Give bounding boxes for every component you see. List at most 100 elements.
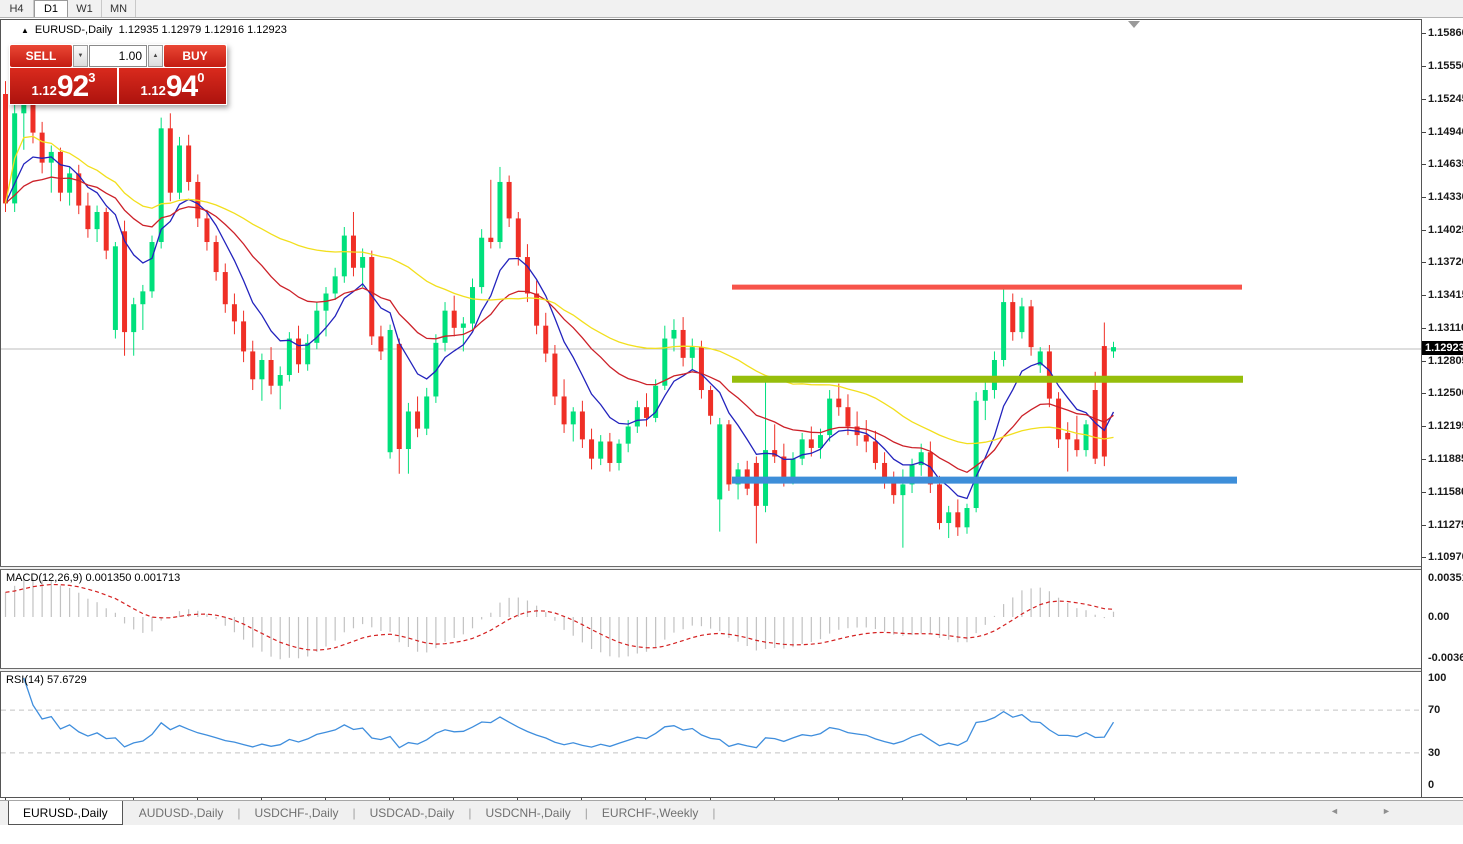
sell-price-tile[interactable]: 1.12923 [10, 68, 117, 104]
candle-body[interactable] [269, 360, 274, 386]
candle-body[interactable] [626, 426, 631, 443]
candle-body[interactable] [708, 390, 713, 416]
price-axis[interactable]: 1.12923 1.158601.155501.152451.149401.14… [1422, 19, 1463, 797]
rsi-pane[interactable]: RSI(14) 57.6729 [0, 672, 1421, 797]
macd-pane[interactable]: MACD(12,26,9) 0.001350 0.001713 [0, 570, 1421, 668]
chart-tab-audusd-daily[interactable]: AUDUSD-,Daily [125, 801, 238, 825]
candle-body[interactable] [754, 463, 759, 506]
candle-body[interactable] [1029, 306, 1034, 347]
candle-body[interactable] [296, 339, 301, 365]
candle-body[interactable] [415, 411, 420, 428]
candle-body[interactable] [635, 407, 640, 426]
candle-body[interactable] [845, 407, 850, 426]
candle-body[interactable] [543, 326, 548, 354]
candle-body[interactable] [122, 231, 127, 332]
candle-body[interactable] [791, 459, 796, 478]
candle-body[interactable] [378, 336, 383, 351]
timeframe-tab-mn[interactable]: MN [102, 0, 136, 17]
candle-body[interactable] [598, 442, 603, 459]
candle-body[interactable] [85, 206, 90, 230]
candle-body[interactable] [1056, 399, 1061, 440]
candle-body[interactable] [1047, 351, 1052, 398]
buy-button[interactable]: BUY [164, 45, 226, 67]
rsi-chart[interactable] [1, 672, 1422, 797]
candle-body[interactable] [388, 330, 393, 452]
candle-body[interactable] [507, 182, 512, 218]
sell-button[interactable]: SELL [10, 45, 72, 67]
candle-body[interactable] [964, 508, 969, 527]
timeframe-tab-w1[interactable]: W1 [68, 0, 102, 17]
candle-body[interactable] [1084, 424, 1089, 450]
candle-body[interactable] [287, 339, 292, 375]
timeframe-tab-h4[interactable]: H4 [0, 0, 34, 17]
moving-average-8[interactable] [6, 157, 1114, 499]
candle-body[interactable] [397, 344, 402, 449]
candle-body[interactable] [461, 324, 466, 328]
candle-body[interactable] [617, 444, 622, 463]
scroll-tabs-right-icon[interactable]: ► [1382, 806, 1391, 816]
candle-body[interactable] [1010, 302, 1015, 332]
candle-body[interactable] [974, 401, 979, 508]
candle-body[interactable] [424, 396, 429, 428]
candle-body[interactable] [470, 287, 475, 323]
candle-body[interactable] [259, 360, 264, 379]
candle-body[interactable] [900, 484, 905, 495]
candle-body[interactable] [516, 218, 521, 257]
candle-body[interactable] [150, 242, 155, 291]
candle-body[interactable] [433, 343, 438, 397]
candle-body[interactable] [241, 321, 246, 351]
timeframe-tab-d1[interactable]: D1 [34, 0, 68, 17]
candle-body[interactable] [873, 442, 878, 463]
candle-body[interactable] [479, 238, 484, 287]
candle-body[interactable] [67, 173, 72, 192]
candle-body[interactable] [607, 442, 612, 463]
candle-body[interactable] [937, 484, 942, 523]
candle-body[interactable] [809, 439, 814, 448]
candle-body[interactable] [140, 291, 145, 304]
candle-body[interactable] [305, 343, 310, 364]
candle-body[interactable] [552, 354, 557, 397]
chart-tab-eurusd-daily[interactable]: EURUSD-,Daily [8, 801, 123, 825]
candle-body[interactable] [818, 435, 823, 448]
candle-body[interactable] [342, 236, 347, 277]
candle-body[interactable] [1001, 302, 1006, 360]
candle-body[interactable] [644, 407, 649, 418]
candle-body[interactable] [3, 94, 8, 203]
candle-body[interactable] [104, 212, 109, 251]
candle-body[interactable] [223, 272, 228, 304]
chart-tab-usdchf-daily[interactable]: USDCHF-,Daily [241, 801, 353, 825]
candle-body[interactable] [186, 145, 191, 181]
collapse-panel-icon[interactable]: ▲ [21, 26, 29, 35]
buy-price-tile[interactable]: 1.12940 [119, 68, 226, 104]
scroll-tabs-left-icon[interactable]: ◄ [1330, 806, 1339, 816]
candle-body[interactable] [1019, 306, 1024, 332]
candle-body[interactable] [406, 411, 411, 449]
candle-body[interactable] [662, 339, 667, 386]
candle-body[interactable] [946, 512, 951, 523]
candle-body[interactable] [525, 257, 530, 293]
candle-body[interactable] [1111, 347, 1116, 351]
candle-body[interactable] [278, 375, 283, 386]
candle-body[interactable] [992, 360, 997, 390]
candle-body[interactable] [232, 304, 237, 321]
candle-body[interactable] [726, 424, 731, 484]
candle-body[interactable] [360, 257, 365, 268]
candle-body[interactable] [699, 347, 704, 390]
candle-body[interactable] [690, 347, 695, 358]
candle-body[interactable] [131, 304, 136, 332]
candle-body[interactable] [333, 276, 338, 293]
chart-tab-eurchf-weekly[interactable]: EURCHF-,Weekly [588, 801, 712, 825]
candle-body[interactable] [1074, 439, 1079, 450]
volume-increase-button[interactable]: ▲ [148, 45, 163, 67]
candle-body[interactable] [681, 330, 686, 358]
candle-body[interactable] [562, 396, 567, 424]
chart-tab-usdcad-daily[interactable]: USDCAD-,Daily [356, 801, 469, 825]
candle-body[interactable] [452, 311, 457, 328]
candle-body[interactable] [443, 311, 448, 343]
candle-body[interactable] [864, 435, 869, 441]
moving-average-21[interactable] [6, 177, 1114, 472]
macd-chart[interactable] [1, 570, 1422, 668]
candle-body[interactable] [1065, 433, 1070, 439]
candle-body[interactable] [113, 246, 118, 330]
volume-input[interactable] [89, 45, 147, 67]
